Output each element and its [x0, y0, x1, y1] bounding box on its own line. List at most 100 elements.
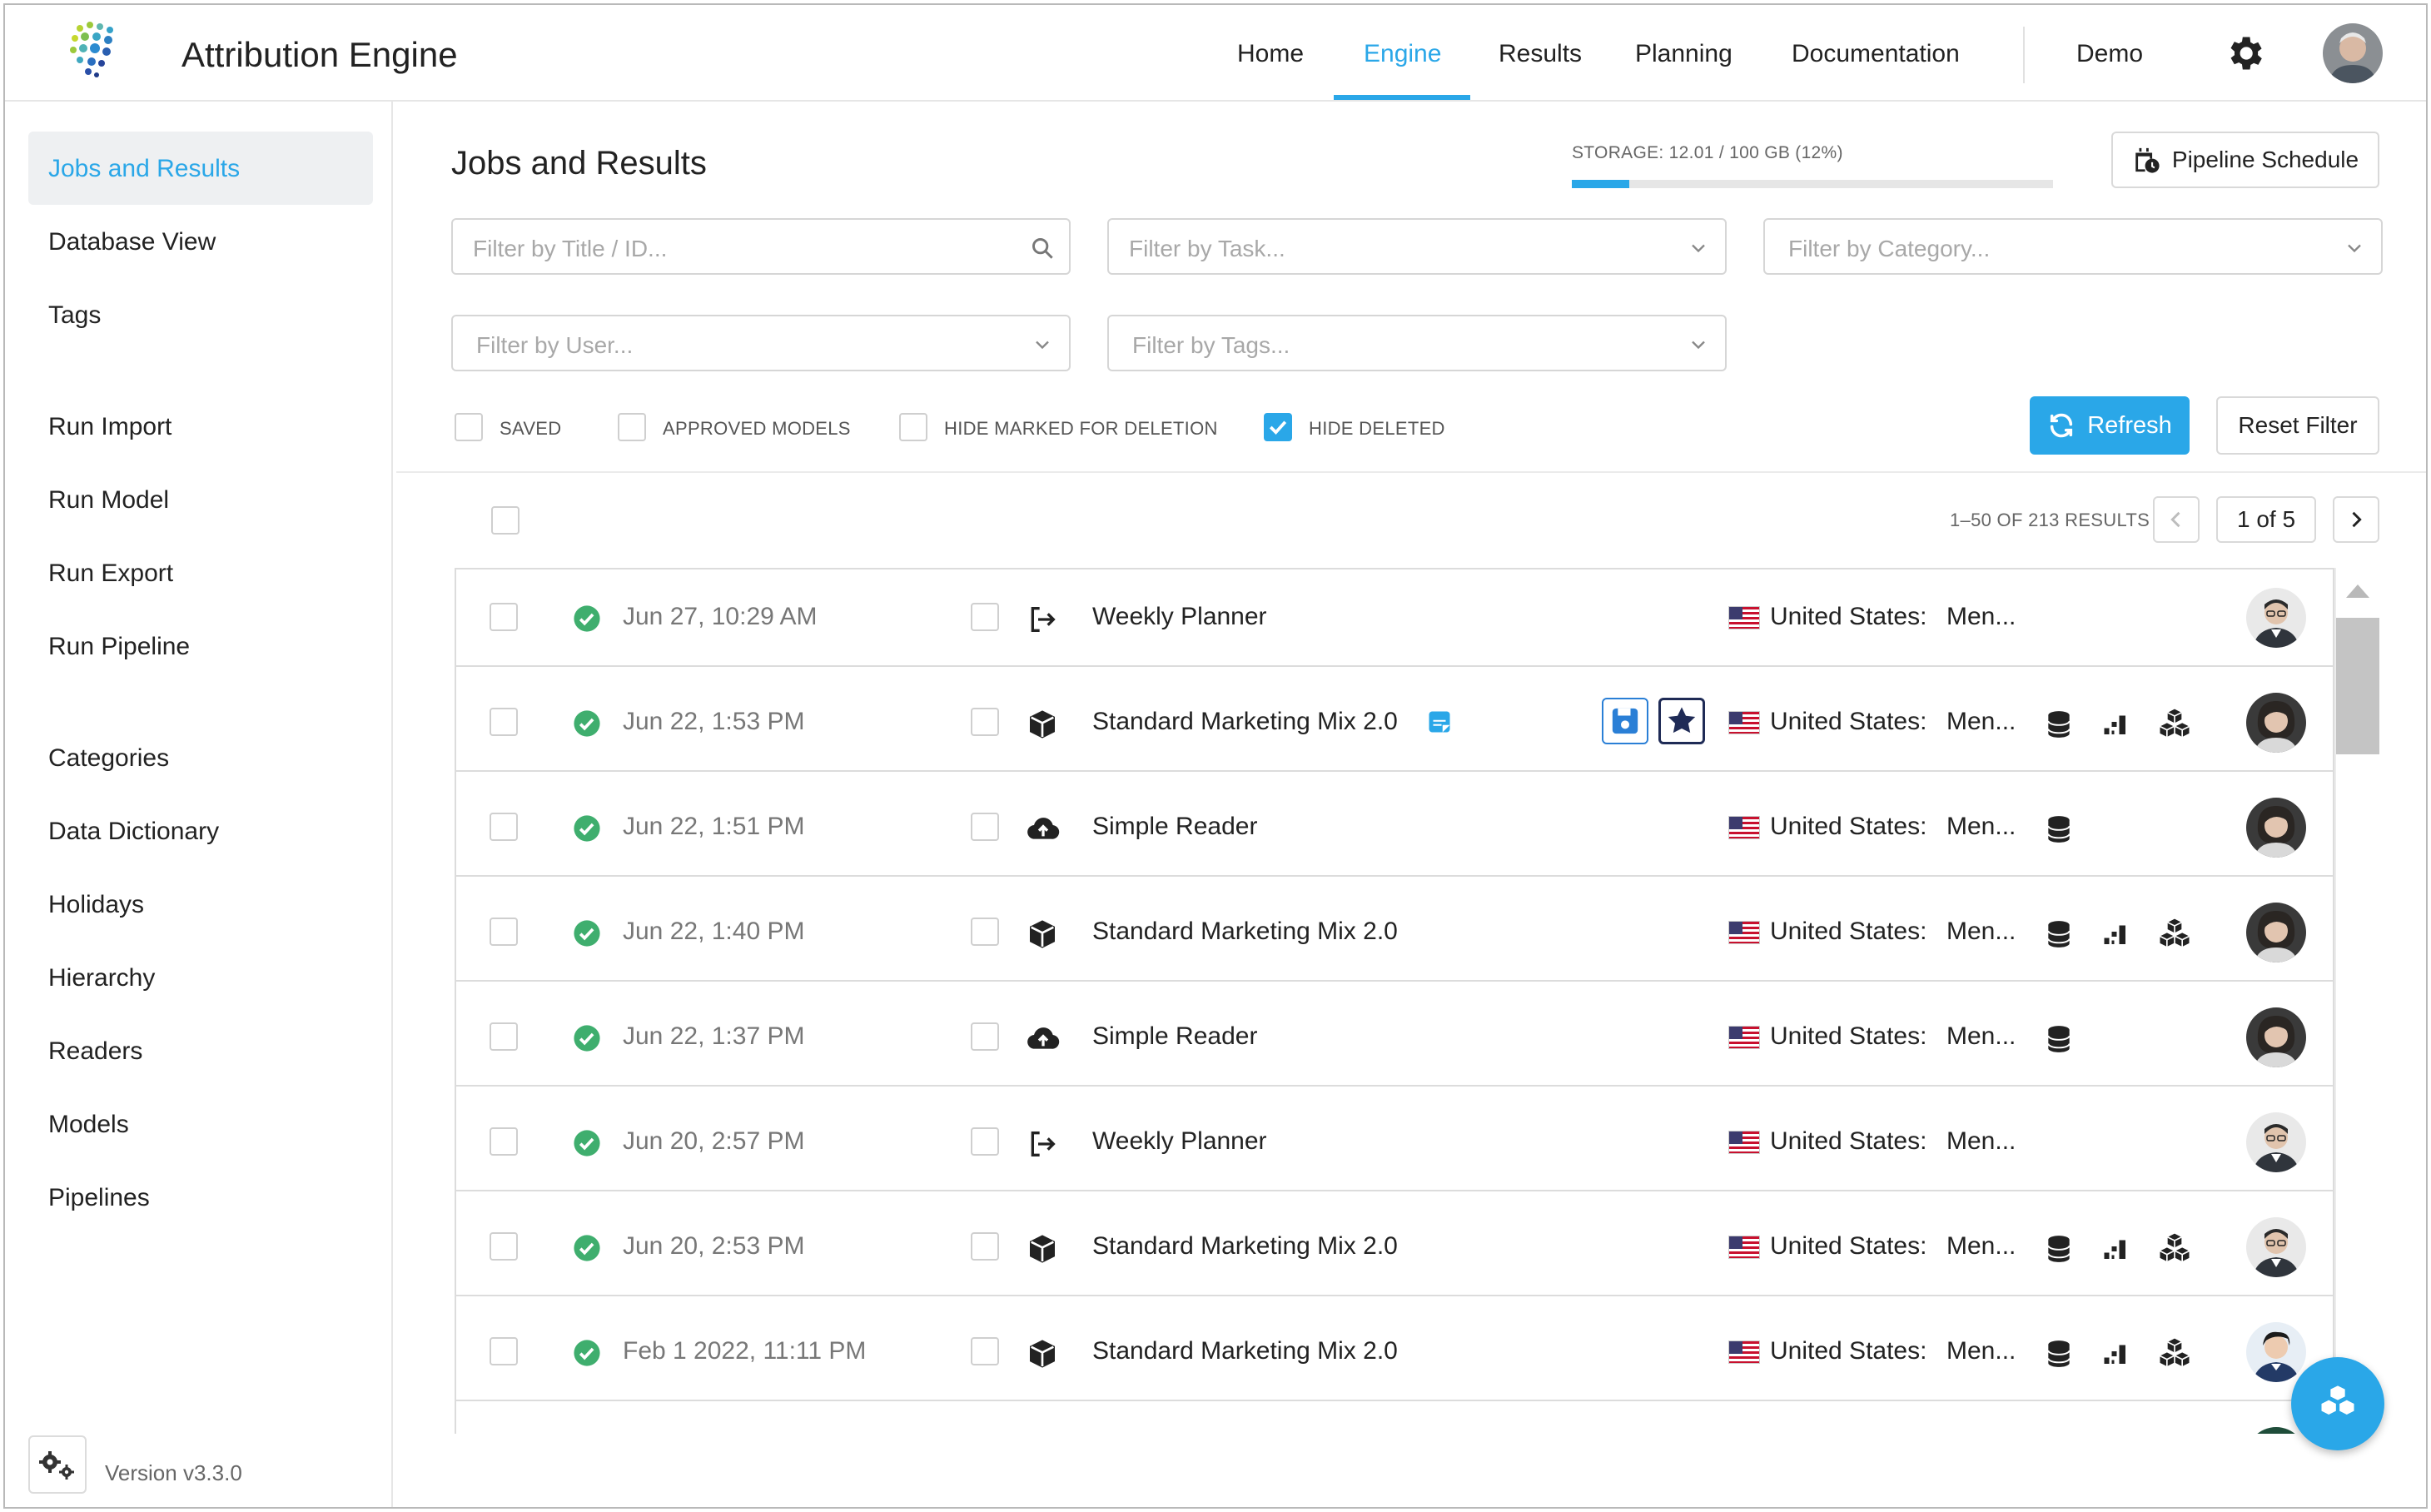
- table-row[interactable]: Jun 22, 1:53 PM Standard Marketing Mix 2.…: [456, 674, 2333, 772]
- version-label: Version v3.3.0: [105, 1460, 242, 1485]
- row-flag-checkbox[interactable]: [971, 1232, 999, 1261]
- nav-engine[interactable]: Engine: [1364, 40, 1441, 68]
- row-flag-checkbox[interactable]: [971, 1127, 999, 1156]
- row-select-checkbox[interactable]: [490, 918, 518, 946]
- row-select-checkbox[interactable]: [490, 708, 518, 736]
- nav-planning[interactable]: Planning: [1635, 40, 1733, 68]
- job-region: United States:: [1770, 1127, 1927, 1155]
- settings-button[interactable]: [28, 1435, 87, 1494]
- row-flag-checkbox[interactable]: [971, 708, 999, 736]
- sidebar-item-readers[interactable]: Readers: [48, 1037, 142, 1066]
- table-row[interactable]: Jun 27, 10:29 AM Weekly Planner United Sta…: [456, 569, 2333, 667]
- steps-icon[interactable]: [2100, 1339, 2131, 1369]
- user-filter[interactable]: Filter by User...: [451, 315, 1071, 371]
- job-title[interactable]: Standard Marketing Mix 2.0: [1092, 1337, 1398, 1365]
- approved-models-checkbox[interactable]: [618, 413, 646, 441]
- row-select-checkbox[interactable]: [490, 1337, 518, 1365]
- refresh-button[interactable]: Refresh: [2030, 396, 2190, 455]
- floating-action-button[interactable]: [2291, 1357, 2384, 1450]
- nav-results[interactable]: Results: [1499, 40, 1582, 68]
- tags-filter-placeholder: Filter by Tags...: [1132, 332, 1290, 358]
- row-select-checkbox[interactable]: [490, 1232, 518, 1261]
- job-title[interactable]: Standard Marketing Mix 2.0: [1092, 918, 1398, 946]
- job-title[interactable]: Standard Marketing Mix 2.0: [1092, 708, 1398, 736]
- job-title[interactable]: Simple Reader: [1092, 1022, 1257, 1051]
- tags-filter[interactable]: Filter by Tags...: [1107, 315, 1727, 371]
- prev-page-button[interactable]: [2153, 496, 2200, 543]
- saved-checkbox[interactable]: [455, 413, 483, 441]
- approve-star-button[interactable]: [1658, 698, 1705, 744]
- database-icon[interactable]: [2043, 813, 2075, 846]
- job-region: United States:: [1770, 1337, 1927, 1365]
- nav-home[interactable]: Home: [1237, 40, 1304, 68]
- sidebar-item-categories[interactable]: Categories: [48, 744, 169, 773]
- save-button[interactable]: [1602, 698, 1648, 744]
- sidebar-item-database-view[interactable]: Database View: [48, 228, 216, 256]
- row-flag-checkbox[interactable]: [971, 603, 999, 631]
- steps-icon[interactable]: [2100, 919, 2131, 949]
- row-select-checkbox[interactable]: [490, 1127, 518, 1156]
- sidebar-item-jobs-and-results[interactable]: Jobs and Results: [48, 155, 240, 183]
- nav-documentation[interactable]: Documentation: [1792, 40, 1960, 68]
- pipeline-schedule-button[interactable]: Pipeline Schedule: [2111, 132, 2379, 188]
- table-row[interactable]: Jun 20, 2:57 PM Weekly Planner United Stat…: [456, 1094, 2333, 1191]
- user-filter-placeholder: Filter by User...: [476, 332, 634, 358]
- page-indicator[interactable]: 1 of 5: [2216, 496, 2316, 543]
- job-date: Jun 22, 1:51 PM: [623, 813, 805, 840]
- job-title[interactable]: Weekly Planner: [1092, 603, 1267, 631]
- database-icon[interactable]: [2043, 708, 2075, 741]
- database-icon[interactable]: [2043, 1337, 2075, 1370]
- job-title[interactable]: Weekly Planner: [1092, 1127, 1267, 1156]
- row-flag-checkbox[interactable]: [971, 1337, 999, 1365]
- table-row[interactable]: Jun 22, 1:51 PM Simple Reader United State…: [456, 779, 2333, 877]
- steps-icon[interactable]: [2100, 709, 2131, 739]
- sidebar-item-pipelines[interactable]: Pipelines: [48, 1184, 150, 1212]
- job-title[interactable]: Standard Marketing Mix 2.0: [1092, 1232, 1398, 1261]
- us-flag-icon: [1728, 1026, 1760, 1049]
- sidebar-item-holidays[interactable]: Holidays: [48, 891, 144, 919]
- row-flag-checkbox[interactable]: [971, 1022, 999, 1051]
- task-filter[interactable]: Filter by Task...: [1107, 218, 1727, 275]
- job-title[interactable]: Simple Reader: [1092, 813, 1257, 841]
- table-row[interactable]: Nov 28 2021, 6:24 AMStandard Marketing M…: [456, 1409, 2333, 1434]
- row-select-checkbox[interactable]: [490, 603, 518, 631]
- cubes-icon[interactable]: [2156, 708, 2193, 741]
- sidebar-item-hierarchy[interactable]: Hierarchy: [48, 964, 155, 992]
- cubes-icon[interactable]: [2156, 918, 2193, 951]
- database-icon[interactable]: [2043, 918, 2075, 951]
- sidebar-item-run-import[interactable]: Run Import: [48, 413, 172, 441]
- row-flag-checkbox[interactable]: [971, 918, 999, 946]
- sidebar-item-run-export[interactable]: Run Export: [48, 560, 173, 588]
- next-page-button[interactable]: [2333, 496, 2379, 543]
- table-row[interactable]: Jun 22, 1:37 PM Simple Reader United State…: [456, 989, 2333, 1087]
- table-row[interactable]: Feb 1 2022, 11:11 PM Standard Marketing M…: [456, 1304, 2333, 1401]
- user-menu[interactable]: Demo: [2076, 40, 2143, 68]
- table-row[interactable]: Jun 22, 1:40 PM Standard Marketing Mix 2.…: [456, 884, 2333, 982]
- select-all-checkbox[interactable]: [491, 506, 520, 535]
- sidebar-item-models[interactable]: Models: [48, 1111, 129, 1139]
- sidebar-item-tags[interactable]: Tags: [48, 301, 101, 330]
- sidebar-item-run-pipeline[interactable]: Run Pipeline: [48, 633, 190, 661]
- calendar-clock-icon: [2135, 147, 2160, 173]
- sidebar-item-run-model[interactable]: Run Model: [48, 486, 169, 515]
- sidebar-item-data-dictionary[interactable]: Data Dictionary: [48, 818, 219, 846]
- table-row[interactable]: Jun 20, 2:53 PM Standard Marketing Mix 2.…: [456, 1199, 2333, 1296]
- row-select-checkbox[interactable]: [490, 813, 518, 841]
- user-avatar[interactable]: [2323, 23, 2383, 83]
- scroll-up-arrow[interactable]: [2346, 584, 2369, 598]
- note-icon[interactable]: [1427, 709, 1452, 734]
- database-icon[interactable]: [2043, 1232, 2075, 1266]
- reset-filter-button[interactable]: Reset Filter: [2216, 396, 2379, 455]
- cubes-icon[interactable]: [2156, 1337, 2193, 1370]
- title-id-filter[interactable]: Filter by Title / ID...: [451, 218, 1071, 275]
- steps-icon[interactable]: [2100, 1234, 2131, 1264]
- category-filter[interactable]: Filter by Category...: [1763, 218, 2383, 275]
- scrollbar-thumb[interactable]: [2336, 618, 2379, 754]
- row-flag-checkbox[interactable]: [971, 813, 999, 841]
- hide-deleted-checkbox[interactable]: [1264, 413, 1292, 441]
- row-select-checkbox[interactable]: [490, 1022, 518, 1051]
- hide-marked-for-deletion-checkbox[interactable]: [899, 413, 927, 441]
- database-icon[interactable]: [2043, 1022, 2075, 1056]
- cubes-icon[interactable]: [2156, 1232, 2193, 1266]
- gear-icon[interactable]: [2223, 32, 2266, 75]
